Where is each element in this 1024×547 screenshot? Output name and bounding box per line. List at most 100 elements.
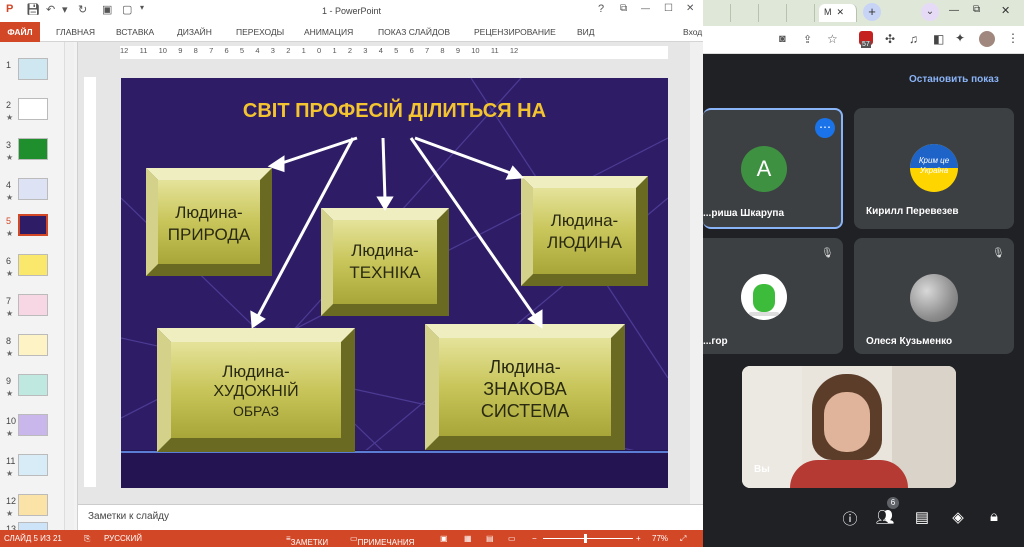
browser-tab[interactable] <box>759 4 787 22</box>
mic-off-icon: 🎙︎ <box>821 248 834 259</box>
slideshow-view-icon[interactable]: ▭ <box>508 534 516 543</box>
browser-tab[interactable] <box>731 4 759 22</box>
avatar: Крим це Україна <box>910 144 958 192</box>
vertical-ruler <box>84 77 96 487</box>
participant-name: Вы <box>754 464 770 475</box>
participant-tile[interactable]: Крим це Україна Кирилл Перевезев <box>854 108 1014 229</box>
people-count-badge: 6 <box>887 497 899 509</box>
browser-tab[interactable] <box>787 4 815 22</box>
avatar: A <box>741 146 787 192</box>
language-indicator[interactable]: РУССКИЙ <box>104 534 142 543</box>
self-view-tile[interactable]: Вы <box>742 366 956 488</box>
tab-view[interactable]: ВИД <box>577 27 595 37</box>
participant-name: Олеся Кузьменко <box>866 336 953 347</box>
meeting-info-icon[interactable]: ⓘ <box>840 508 860 528</box>
participant-face <box>824 392 870 452</box>
bookmark-star-icon[interactable]: ☆ <box>827 32 838 46</box>
zoom-out-button[interactable]: − <box>532 534 537 543</box>
slide-title: СВІТ ПРОФЕСІЙ ДІЛИТЬСЯ НА <box>242 100 547 122</box>
tab-insert[interactable]: ВСТАВКА <box>116 27 154 37</box>
participant-name: ...гор <box>703 336 728 347</box>
tab-home[interactable]: ГЛАВНАЯ <box>56 27 95 37</box>
stop-presenting-button[interactable]: Остановить показ <box>909 74 999 85</box>
tab-search-button[interactable]: ⌄ <box>921 3 939 21</box>
spellcheck-icon[interactable]: ⎘ <box>84 534 90 544</box>
slide-sorter-icon[interactable]: ▦ <box>464 534 472 543</box>
sign-in-link[interactable]: Вход <box>683 27 702 37</box>
box-tekhnika-text: Людина- ТЕХНІКА <box>349 241 421 282</box>
editor-scrollbar[interactable] <box>690 42 703 530</box>
tab-animations[interactable]: АНИМАЦИЯ <box>304 27 353 37</box>
close-button[interactable]: ✕ <box>686 3 694 14</box>
thumbnail-image <box>18 178 48 200</box>
share-icon[interactable]: ⇪ <box>803 33 812 46</box>
camera-icon[interactable]: ◙ <box>779 33 786 45</box>
more-options-icon[interactable]: ⋯ <box>815 118 835 138</box>
zoom-slider-thumb[interactable] <box>584 534 587 543</box>
minimize-button[interactable]: — <box>641 3 650 13</box>
media-controls-icon[interactable]: ♫ <box>909 32 918 46</box>
activities-icon[interactable]: ◈ <box>948 508 968 526</box>
slide-thumbnails-pane: 1 2 ★ 3 ★ 4 ★ 5 ★ 6 ★ 7 ★ 8 ★ 9 ★ 10 ★ 11 ★ 12 ★ 13 <box>0 42 78 530</box>
puzzle-icon[interactable]: ✣ <box>885 32 895 46</box>
box-systema-text: Людина- ЗНАКОВА СИСТЕМА <box>480 357 570 421</box>
extension-badge: 57 <box>861 41 871 48</box>
host-controls-icon[interactable]: 🔒︎ <box>984 508 1004 526</box>
thumbnail-image <box>18 414 48 436</box>
box-lyudyna-text: Людина- ЛЮДИНА <box>547 211 622 252</box>
tab-slideshow[interactable]: ПОКАЗ СЛАЙДОВ <box>378 27 450 37</box>
new-tab-button[interactable]: + <box>863 3 881 21</box>
help-button[interactable]: ? <box>598 3 604 15</box>
slide-counter: СЛАЙД 5 ИЗ 21 <box>4 534 62 543</box>
notes-pane[interactable]: Заметки к слайду <box>78 504 703 530</box>
fit-slide-icon[interactable]: ⤢ <box>680 534 686 544</box>
browser-menu-icon[interactable]: ⋮ <box>1007 31 1019 45</box>
profile-avatar[interactable] <box>979 31 995 47</box>
side-panel-icon[interactable]: ◧ <box>933 32 944 46</box>
horizontal-ruler: 12 11 10 9 8 7 6 5 4 3 2 1 0 1 2 3 4 5 6… <box>120 46 668 59</box>
thumbnail-image <box>18 522 48 530</box>
meet-browser-window: М ✕ + ⌄ — ⧉ ✕ ◙ ⇪ ☆ 57 ✣ ♫ ◧ ✦ ⋮ Останов… <box>703 0 1024 547</box>
box-pryroda-text: Людина- ПРИРОДА <box>167 203 251 244</box>
thumbnail-image <box>18 374 48 396</box>
powerpoint-window: P 💾︎ ↶ ▾ ↻ ▣ ▢ ▾ 1 - PowerPoint ? ⧉ — ☐ … <box>0 0 703 547</box>
browser-toolbar: ◙ ⇪ ☆ 57 ✣ ♫ ◧ ✦ ⋮ <box>703 26 1024 54</box>
workspace: 1 2 ★ 3 ★ 4 ★ 5 ★ 6 ★ 7 ★ 8 ★ 9 ★ 10 ★ 11 ★ 12 ★ 13… <box>0 42 703 530</box>
notes-toggle-button[interactable]: ≡ ЗАМЕТКИ <box>286 534 328 547</box>
browser-tab[interactable] <box>703 4 731 22</box>
avatar <box>910 274 958 322</box>
tab-design[interactable]: ДИЗАЙН <box>177 27 212 37</box>
title-bar: P 💾︎ ↶ ▾ ↻ ▣ ▢ ▾ 1 - PowerPoint ? ⧉ — ☐ … <box>0 0 703 22</box>
browser-tab-active[interactable]: М ✕ <box>819 4 857 22</box>
zoom-level[interactable]: 77% <box>652 534 668 543</box>
thumbnail-image <box>18 254 48 276</box>
participant-tile[interactable]: 🎙︎ ...гор <box>703 238 843 354</box>
thumbnail-image <box>18 454 48 476</box>
comments-toggle-button[interactable]: ▭ ПРИМЕЧАНИЯ <box>350 534 414 547</box>
participant-sweater <box>790 460 908 488</box>
status-bar: СЛАЙД 5 ИЗ 21 ⎘ РУССКИЙ ≡ ЗАМЕТКИ ▭ ПРИМ… <box>0 530 703 547</box>
ribbon-display-button[interactable]: ⧉ <box>620 3 627 14</box>
tab-review[interactable]: РЕЦЕНЗИРОВАНИЕ <box>474 27 556 37</box>
zoom-slider[interactable] <box>543 538 633 539</box>
tab-transitions[interactable]: ПЕРЕХОДЫ <box>236 27 284 37</box>
participant-tile[interactable]: 🎙︎ Олеся Кузьменко <box>854 238 1014 354</box>
thumbnail-image <box>18 494 48 516</box>
window-minimize-icon[interactable]: — <box>949 5 959 16</box>
reading-view-icon[interactable]: ▤ <box>486 534 494 543</box>
participant-tile[interactable]: A ...риша Шкарупа ⋯ <box>703 108 843 229</box>
chat-icon[interactable]: ▤ <box>912 508 932 526</box>
people-icon[interactable]: 👥︎ <box>875 508 895 526</box>
thumbnail-image <box>18 58 48 80</box>
window-restore-icon[interactable]: ⧉ <box>973 4 980 15</box>
extension-tile-icon[interactable]: ✦ <box>955 31 965 45</box>
normal-view-icon[interactable]: ▣ <box>440 534 448 543</box>
thumbnails-scrollbar[interactable] <box>64 42 74 530</box>
zoom-in-button[interactable]: + <box>636 534 641 543</box>
window-close-icon[interactable]: ✕ <box>1001 4 1010 17</box>
browser-tab-strip: М ✕ + ⌄ — ⧉ ✕ <box>703 0 1024 26</box>
slide-canvas[interactable]: СВІТ ПРОФЕСІЙ ДІЛИТЬСЯ НА Людина- ПРИРОДА… <box>121 78 668 488</box>
maximize-button[interactable]: ☐ <box>664 3 673 14</box>
thumbnail-image <box>18 138 48 160</box>
tab-file[interactable]: ФАЙЛ <box>0 22 40 42</box>
